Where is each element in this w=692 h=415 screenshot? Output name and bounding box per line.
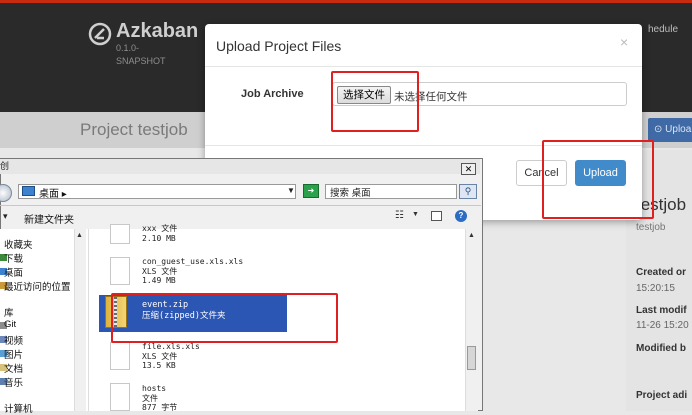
nav-item-downloads[interactable]: 下载 xyxy=(4,251,23,265)
search-icon[interactable]: ⚲ xyxy=(459,184,477,199)
address-dropdown-icon[interactable]: ▼ xyxy=(287,186,295,195)
modal-divider xyxy=(205,66,642,67)
desktop-folder-icon xyxy=(22,186,35,196)
views-dropdown-icon[interactable]: ▼ xyxy=(412,211,419,218)
job-archive-label: Job Archive xyxy=(241,88,304,100)
created-value: 15:20:15 xyxy=(636,283,675,294)
file-size: 877 字节 xyxy=(142,403,178,412)
last-modified-label: Last modif xyxy=(636,305,687,316)
scrollbar-thumb[interactable] xyxy=(467,346,476,370)
dialog-close-button[interactable]: ✕ xyxy=(461,163,476,175)
file-icon xyxy=(110,257,130,285)
refresh-go-icon[interactable]: ➜ xyxy=(303,184,319,198)
list-item[interactable]: con_guest_use.xls.xls XLS 文件 1.49 MB xyxy=(142,257,243,286)
annotation-box-upload xyxy=(542,140,654,219)
nav-item-git[interactable]: Git xyxy=(4,319,16,330)
scroll-up-icon[interactable]: ▲ xyxy=(76,232,83,239)
nav-item-libraries[interactable]: 库 xyxy=(4,305,14,319)
nav-item-computer[interactable]: 计算机 xyxy=(4,401,33,415)
annotation-box-selected-file xyxy=(111,293,338,343)
nav-item-favorites[interactable]: 收藏夹 xyxy=(4,237,33,251)
file-type: 文件 xyxy=(142,393,158,403)
scroll-up-icon[interactable]: ▲ xyxy=(468,232,475,239)
azkaban-logo-icon xyxy=(88,22,112,46)
address-label: 桌面 xyxy=(39,189,59,200)
file-type: XLS 文件 xyxy=(142,351,178,361)
upload-project-label: Uploa xyxy=(665,124,692,135)
file-icon xyxy=(110,342,130,370)
address-text: 桌面 ▸ xyxy=(39,185,67,200)
nav-item-documents[interactable]: 文档 xyxy=(4,361,23,375)
project-description: testjob xyxy=(636,222,666,233)
views-icon[interactable]: ☷ xyxy=(395,210,404,221)
page-title: Project testjob xyxy=(80,120,188,139)
nav-schedule-link[interactable]: hedule xyxy=(648,24,678,35)
file-size: 13.5 KB xyxy=(142,361,176,370)
file-name: con_guest_use.xls.xls xyxy=(142,257,244,266)
dialog-title: 创 xyxy=(0,161,10,171)
preview-pane-icon[interactable] xyxy=(431,211,442,221)
file-size: 2.10 MB xyxy=(142,233,176,243)
file-name: xxx 文件 xyxy=(142,224,178,233)
project-admins-label: Project adi xyxy=(636,390,688,401)
file-icon xyxy=(110,224,130,244)
help-icon[interactable]: ? xyxy=(455,210,467,222)
nav-item-music[interactable]: 音乐 xyxy=(4,375,23,389)
last-modified-value: 11-26 15:20 xyxy=(636,320,689,331)
organize-dropdown-icon[interactable]: ▾ xyxy=(3,211,8,222)
dialog-titlebar[interactable] xyxy=(0,159,480,174)
address-caret-icon[interactable]: ▸ xyxy=(62,189,67,200)
modified-by-label: Modified b xyxy=(636,343,686,354)
nav-item-recent[interactable]: 最近访问的位置 xyxy=(4,279,71,293)
brand-name[interactable]: Azkaban xyxy=(116,20,198,43)
version-label: 0.1.0-SNAPSHOT xyxy=(116,43,166,66)
close-icon[interactable]: × xyxy=(620,34,628,50)
list-item[interactable]: xxx 文件 2.10 MB xyxy=(142,224,177,243)
created-label: Created or xyxy=(636,267,687,278)
file-list-scrollbar[interactable] xyxy=(465,229,478,411)
nav-item-desktop[interactable]: 桌面 xyxy=(4,265,23,279)
toolbar-divider xyxy=(0,205,481,206)
annotation-box-choose-file xyxy=(331,71,419,132)
new-folder-button[interactable]: 新建文件夹 xyxy=(24,211,74,226)
list-item[interactable]: hosts 文件 877 字节 xyxy=(142,384,177,413)
file-name: hosts xyxy=(142,384,167,393)
file-name: file.xls.xls xyxy=(142,342,200,351)
search-placeholder: 搜索 桌面 xyxy=(330,188,371,199)
upload-project-button[interactable]: ⊙ Uploa xyxy=(648,118,692,142)
file-type: XLS 文件 xyxy=(142,266,178,276)
modal-title: Upload Project Files xyxy=(216,38,342,54)
file-size: 1.49 MB xyxy=(142,276,176,285)
nav-item-videos[interactable]: 视频 xyxy=(4,333,23,347)
list-item[interactable]: file.xls.xls XLS 文件 13.5 KB xyxy=(142,342,200,371)
nav-item-pictures[interactable]: 图片 xyxy=(4,347,23,361)
nav-scrollbar[interactable] xyxy=(74,229,86,411)
file-icon xyxy=(110,383,130,411)
